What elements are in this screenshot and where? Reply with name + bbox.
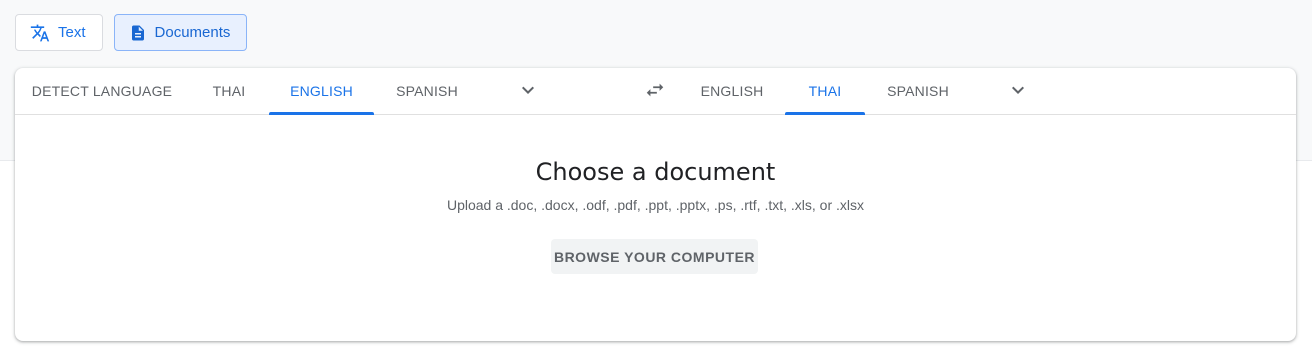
source-tab-label: SPANISH <box>396 83 458 99</box>
target-tab-thai[interactable]: THAI <box>785 68 865 115</box>
swap-languages-button[interactable] <box>639 76 671 108</box>
documents-mode-button[interactable]: Documents <box>113 14 248 51</box>
target-tab-label: SPANISH <box>887 83 949 99</box>
text-mode-label: Text <box>58 24 86 41</box>
document-icon <box>129 23 147 43</box>
source-tab-label: ENGLISH <box>290 83 353 99</box>
target-tab-label: ENGLISH <box>700 83 764 99</box>
supported-formats-text: Upload a .doc, .docx, .odf, .pdf, .ppt, … <box>446 197 865 213</box>
document-title: Choose a document <box>535 158 776 186</box>
text-mode-button[interactable]: Text <box>15 14 103 51</box>
swap-languages-icon <box>644 79 666 106</box>
source-tab-english[interactable]: ENGLISH <box>269 68 374 115</box>
target-more-button[interactable] <box>1002 76 1034 108</box>
document-upload-area: Choose a document Upload a .doc, .docx, … <box>15 115 1296 341</box>
source-tab-thai[interactable]: THAI <box>195 68 263 114</box>
source-tab-label: THAI <box>212 83 246 99</box>
language-bar: DETECT LANGUAGE THAI ENGLISH SPANISH ENG… <box>15 68 1296 115</box>
target-tab-label: THAI <box>808 83 842 99</box>
browse-computer-button[interactable]: BROWSE YOUR COMPUTER <box>551 239 758 274</box>
source-more-button[interactable] <box>512 76 544 108</box>
source-tab-label: DETECT LANGUAGE <box>31 83 173 99</box>
source-tab-detect-language[interactable]: DETECT LANGUAGE <box>27 68 177 114</box>
target-tab-english[interactable]: ENGLISH <box>691 68 773 114</box>
target-tab-spanish[interactable]: SPANISH <box>871 68 965 114</box>
documents-mode-label: Documents <box>154 24 231 41</box>
chevron-down-icon <box>1006 78 1030 107</box>
translate-icon <box>30 23 50 43</box>
chevron-down-icon <box>516 78 540 107</box>
source-tab-spanish[interactable]: SPANISH <box>380 68 474 114</box>
mode-switch: Text Documents <box>15 14 248 51</box>
translation-card: DETECT LANGUAGE THAI ENGLISH SPANISH ENG… <box>15 68 1296 341</box>
